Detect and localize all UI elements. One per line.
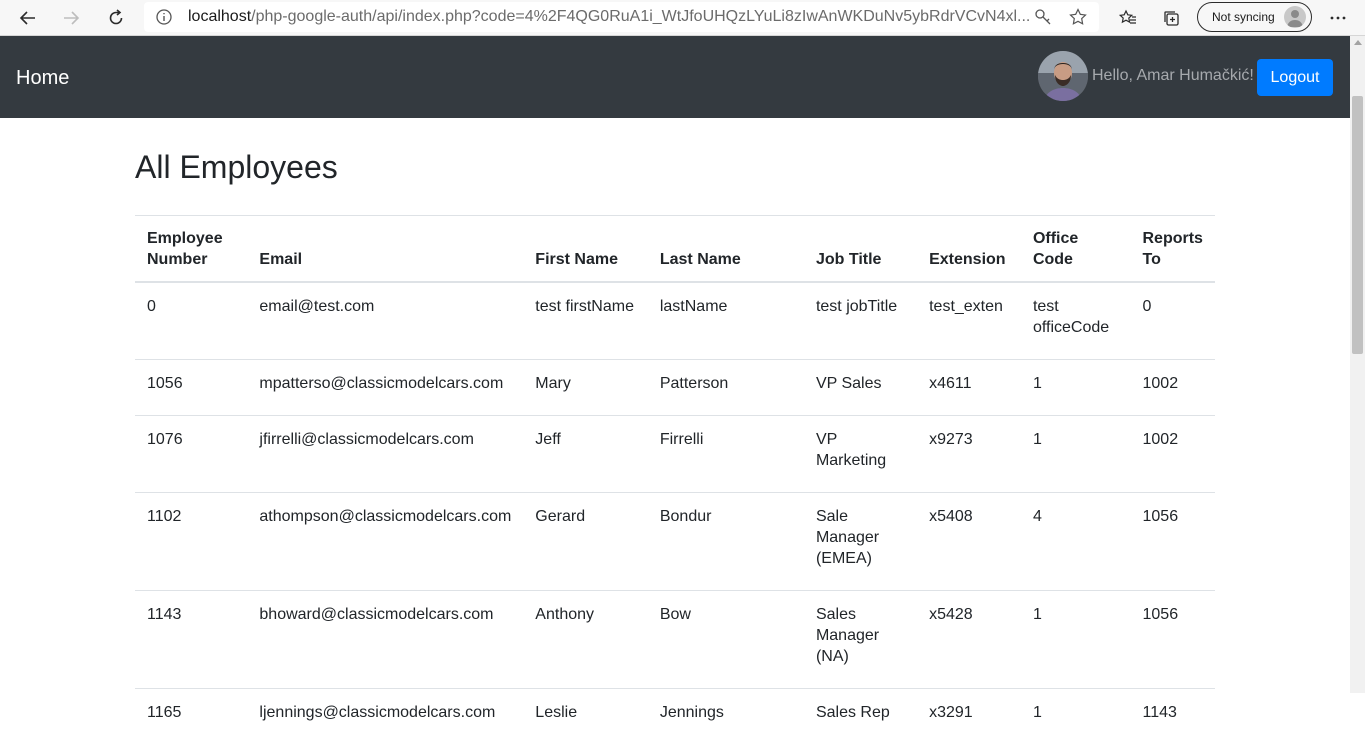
key-icon[interactable]: [1034, 8, 1052, 26]
reload-button[interactable]: [98, 2, 134, 34]
cell-reports-to: 0: [1131, 282, 1216, 360]
cell-employee-number: 1102: [135, 493, 247, 591]
cell-first-name: test firstName: [523, 282, 648, 360]
cell-last-name: Bondur: [648, 493, 804, 591]
scroll-up-arrow-icon[interactable]: [1354, 40, 1362, 45]
cell-email: bhoward@classicmodelcars.com: [247, 591, 523, 689]
cell-last-name: Patterson: [648, 360, 804, 416]
cell-employee-number: 1143: [135, 591, 247, 689]
navbar: Home Hello, Amar Humačkić! Logout: [0, 36, 1350, 118]
collections-icon: [1162, 9, 1180, 27]
cell-last-name: Bow: [648, 591, 804, 689]
greeting-text: Hello, Amar Humačkić!: [1092, 66, 1254, 86]
cell-extension: test_exten: [917, 282, 1021, 360]
cell-extension: x5428: [917, 591, 1021, 689]
cell-extension: x5408: [917, 493, 1021, 591]
cell-office-code: 1: [1021, 416, 1131, 493]
cell-employee-number: 1056: [135, 360, 247, 416]
cell-reports-to: 1056: [1131, 493, 1216, 591]
header-last-name: Last Name: [648, 216, 804, 283]
table-row: 0 email@test.com test firstName lastName…: [135, 282, 1215, 360]
table-row: 1102 athompson@classicmodelcars.com Gera…: [135, 493, 1215, 591]
cell-employee-number: 1076: [135, 416, 247, 493]
browser-toolbar: localhost/php-google-auth/api/index.php?…: [0, 0, 1365, 36]
cell-office-code: test officeCode: [1021, 282, 1131, 360]
cell-email: athompson@classicmodelcars.com: [247, 493, 523, 591]
header-reports-to: Reports To: [1131, 216, 1216, 283]
cell-last-name: lastName: [648, 282, 804, 360]
url-host: localhost: [188, 8, 251, 25]
address-bar[interactable]: localhost/php-google-auth/api/index.php?…: [144, 2, 1099, 32]
table-body: 0 email@test.com test firstName lastName…: [135, 282, 1215, 744]
url-path: /php-google-auth/api/index.php?code=4%2F…: [251, 8, 1030, 25]
cell-first-name: Jeff: [523, 416, 648, 493]
cell-job-title: test jobTitle: [804, 282, 917, 360]
url-text[interactable]: localhost/php-google-auth/api/index.php?…: [188, 7, 1068, 27]
header-first-name: First Name: [523, 216, 648, 283]
cell-email: email@test.com: [247, 282, 523, 360]
collections-button[interactable]: [1153, 2, 1189, 34]
scrollbar-thumb[interactable]: [1352, 96, 1363, 354]
table-row: 1165 ljennings@classicmodelcars.com Lesl…: [135, 689, 1215, 744]
favorites-icon: [1119, 9, 1137, 27]
header-extension: Extension: [917, 216, 1021, 283]
info-icon[interactable]: [155, 8, 173, 26]
cell-job-title: Sales Manager (NA): [804, 591, 917, 689]
star-icon[interactable]: [1069, 8, 1087, 26]
forward-arrow-icon: [62, 9, 80, 27]
forward-button[interactable]: [53, 2, 89, 34]
header-office-code: Office Code: [1021, 216, 1131, 283]
back-arrow-icon: [19, 9, 37, 27]
home-link[interactable]: Home: [16, 67, 69, 89]
cell-extension: x3291: [917, 689, 1021, 744]
cell-first-name: Anthony: [523, 591, 648, 689]
cell-email: jfirrelli@classicmodelcars.com: [247, 416, 523, 493]
cell-last-name: Firrelli: [648, 416, 804, 493]
header-employee-number: Employee Number: [135, 216, 247, 283]
more-icon: [1329, 9, 1347, 27]
table-row: 1056 mpatterso@classicmodelcars.com Mary…: [135, 360, 1215, 416]
cell-email: ljennings@classicmodelcars.com: [247, 689, 523, 744]
header-email: Email: [247, 216, 523, 283]
header-row: Employee Number Email First Name Last Na…: [135, 216, 1215, 283]
profile-status-label: Not syncing: [1212, 10, 1275, 24]
user-avatar: [1038, 51, 1088, 101]
header-job-title: Job Title: [804, 216, 917, 283]
employees-table-container: Employee Number Email First Name Last Na…: [135, 215, 1215, 744]
reload-icon: [107, 9, 125, 27]
cell-employee-number: 0: [135, 282, 247, 360]
cell-reports-to: 1002: [1131, 416, 1216, 493]
profile-avatar-icon: [1284, 6, 1306, 28]
cell-first-name: Gerard: [523, 493, 648, 591]
cell-job-title: VP Marketing: [804, 416, 917, 493]
favorites-button[interactable]: [1110, 2, 1146, 34]
more-button[interactable]: [1320, 2, 1356, 34]
employees-table: Employee Number Email First Name Last Na…: [135, 215, 1215, 744]
logout-button[interactable]: Logout: [1257, 59, 1333, 96]
cell-employee-number: 1165: [135, 689, 247, 744]
cell-office-code: 4: [1021, 493, 1131, 591]
cell-office-code: 1: [1021, 689, 1131, 744]
cell-job-title: Sales Rep: [804, 689, 917, 744]
cell-first-name: Mary: [523, 360, 648, 416]
page-title: All Employees: [135, 148, 338, 186]
table-header: Employee Number Email First Name Last Na…: [135, 216, 1215, 283]
cell-reports-to: 1143: [1131, 689, 1216, 744]
table-row: 1143 bhoward@classicmodelcars.com Anthon…: [135, 591, 1215, 689]
cell-office-code: 1: [1021, 360, 1131, 416]
cell-reports-to: 1056: [1131, 591, 1216, 689]
cell-extension: x9273: [917, 416, 1021, 493]
cell-last-name: Jennings: [648, 689, 804, 744]
page-scrollbar[interactable]: [1350, 36, 1365, 693]
cell-office-code: 1: [1021, 591, 1131, 689]
cell-email: mpatterso@classicmodelcars.com: [247, 360, 523, 416]
back-button[interactable]: [10, 2, 46, 34]
table-row: 1076 jfirrelli@classicmodelcars.com Jeff…: [135, 416, 1215, 493]
cell-extension: x4611: [917, 360, 1021, 416]
profile-button[interactable]: Not syncing: [1197, 2, 1312, 32]
cell-reports-to: 1002: [1131, 360, 1216, 416]
cell-job-title: VP Sales: [804, 360, 917, 416]
cell-job-title: Sale Manager (EMEA): [804, 493, 917, 591]
cell-first-name: Leslie: [523, 689, 648, 744]
